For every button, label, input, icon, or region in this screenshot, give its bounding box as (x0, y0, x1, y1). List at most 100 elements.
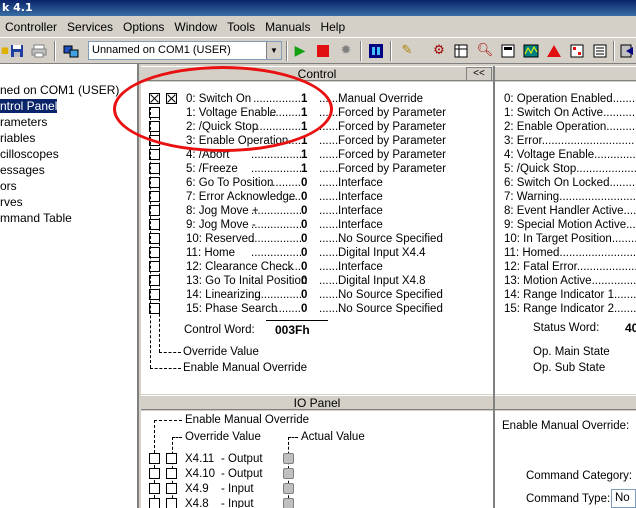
override-connector (159, 107, 160, 352)
control-bit-source: No Source Specified (338, 233, 443, 245)
menu-window[interactable]: Window (169, 20, 222, 34)
enable-override-checkbox[interactable] (149, 93, 160, 104)
control-bit-source: Forced by Parameter (338, 107, 447, 119)
exit-icon[interactable] (618, 42, 636, 60)
control-bit-leader: ............... (253, 121, 301, 133)
control-bit-label: 8: Jog Move + (186, 205, 259, 217)
io-override-connector (172, 437, 182, 438)
connect-icon[interactable] (62, 42, 80, 60)
tree-item-errors[interactable]: ors (0, 178, 137, 194)
device-select-value: Unnamed on COM1 (USER) (92, 44, 231, 56)
status-bit-label: 10: In Target Position......... (504, 233, 636, 245)
panel-icon[interactable] (367, 42, 385, 60)
search-icon[interactable]: 🔍︎ (476, 42, 494, 60)
io-channel-name: X4.11 (185, 453, 215, 465)
menu-controller[interactable]: Controller (0, 20, 62, 34)
status-bit-label: 15: Range Indicator 2......... (504, 303, 636, 315)
control-word-rule (266, 320, 328, 321)
control-bit-leader: ................ (251, 205, 301, 217)
tree-item-control-panel[interactable]: ntrol Panel (0, 98, 137, 114)
status-bit-label: 7: Warning......................... (504, 191, 636, 203)
warning-icon[interactable] (545, 42, 563, 60)
toolbar-separator (390, 41, 392, 61)
control-bit-leader: ................. (251, 219, 301, 231)
tree-item-command-table[interactable]: mmand Table (0, 210, 137, 226)
control-bit-source: Forced by Parameter (338, 149, 447, 161)
tree-item-messages[interactable]: essages (0, 162, 137, 178)
print-icon[interactable] (30, 42, 48, 60)
wizard-icon[interactable]: ✎ (398, 42, 416, 60)
control-bit-source: Digital Input X4.4 (338, 247, 426, 259)
window-title-bar: k 4.1 (0, 0, 636, 16)
tree-item-parameters[interactable]: rameters (0, 114, 137, 130)
enable-connector (150, 107, 151, 368)
record-icon[interactable]: ✹ (337, 42, 355, 60)
stop-icon[interactable] (314, 42, 332, 60)
control-bit-value: 0 (301, 233, 308, 245)
io-channel-name: X4.8 (185, 498, 209, 508)
menu-tools[interactable]: Tools (222, 20, 260, 34)
tree-item-device[interactable]: ned on COM1 (USER) (0, 82, 137, 98)
status-section-header (495, 66, 636, 81)
status-bit-label: 14: Range Indicator 1......... (504, 289, 636, 301)
device-select[interactable]: Unnamed on COM1 (USER) ▼ (88, 41, 282, 60)
control-bit-leader: .......... (269, 107, 301, 119)
control-bit-leader: ........................ (251, 247, 301, 259)
table-icon[interactable] (452, 42, 470, 60)
enable-connector (150, 368, 181, 369)
control-bit-leader: ....... (278, 261, 301, 273)
window-title: k 4.1 (2, 1, 33, 14)
menu-help[interactable]: Help (315, 20, 350, 34)
control-bit-source: Interface (338, 205, 383, 217)
control-word-label: Control Word: (184, 324, 255, 336)
variables-icon[interactable] (499, 42, 517, 60)
command-type-select[interactable]: No C (611, 489, 636, 508)
io-override-value-checkbox[interactable] (166, 498, 177, 508)
control-bit-value: 1 (301, 121, 308, 133)
tree-item-curves[interactable]: rves (0, 194, 137, 210)
io-override-value-checkbox[interactable] (166, 468, 177, 479)
status-bit-label: 9: Special Motion Active..... (504, 219, 636, 231)
control-word-value: 003Fh (275, 323, 310, 337)
io-enable-connector (154, 420, 155, 508)
navigation-tree: ned on COM1 (USER) ntrol Panel rameters … (0, 64, 139, 508)
tree-item-variables[interactable]: riables (0, 130, 137, 146)
io-actual-value-label: Actual Value (301, 431, 365, 443)
control-bit-leader: ............... (253, 93, 301, 105)
io-actual-value-led (283, 498, 294, 508)
chevron-down-icon[interactable]: ▼ (266, 42, 281, 59)
io-channel-type: - Input (221, 483, 254, 495)
control-bit-leader (251, 274, 301, 288)
collapse-button[interactable]: << (466, 67, 492, 81)
control-bit-leader: .......... (269, 177, 301, 189)
command-table-icon[interactable] (591, 42, 609, 60)
override-value-label: Override Value (183, 346, 259, 358)
control-bit-source: No Source Specified (338, 289, 443, 301)
status-bit-label: 2: Enable Operation........... (504, 121, 636, 133)
scope-icon[interactable] (522, 42, 540, 60)
tree-item-oscilloscopes[interactable]: cilloscopes (0, 146, 137, 162)
io-actual-value-led (283, 468, 294, 479)
menu-manuals[interactable]: Manuals (260, 20, 315, 34)
io-enable-override-checkbox[interactable] (149, 498, 160, 508)
play-icon[interactable]: ▶ (291, 42, 309, 60)
io-override-value-label: Override Value (185, 431, 261, 443)
status-bit-label: 8: Event Handler Active...... (504, 205, 636, 217)
status-bit-label: 1: Switch On Active........... (504, 107, 636, 119)
save-icon[interactable] (8, 42, 26, 60)
parameter-icon[interactable]: ⚙ (430, 42, 448, 60)
menu-services[interactable]: Services (62, 20, 118, 34)
io-enable-override-checkbox[interactable] (149, 468, 160, 479)
io-override-value-checkbox[interactable] (166, 453, 177, 464)
menu-options[interactable]: Options (118, 20, 169, 34)
control-bit-value: 0 (301, 219, 308, 231)
override-connector (159, 352, 181, 353)
io-enable-override-checkbox[interactable] (149, 483, 160, 494)
override-value-checkbox[interactable] (166, 93, 177, 104)
io-enable-override-checkbox[interactable] (149, 453, 160, 464)
io-override-value-checkbox[interactable] (166, 483, 177, 494)
errors-icon[interactable] (568, 42, 586, 60)
io-enable-manual-override-label: Enable Manual Override (185, 414, 310, 426)
control-bit-value: 1 (301, 107, 308, 119)
io-enable-connector (154, 420, 182, 421)
